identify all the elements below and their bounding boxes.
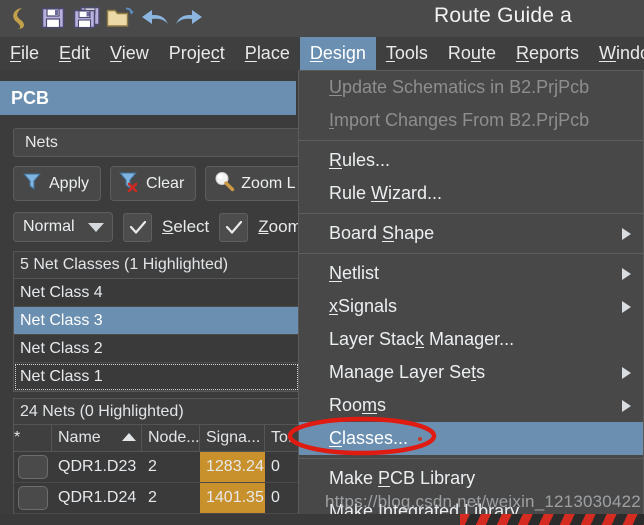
net-class-row[interactable]: Net Class 1 bbox=[14, 363, 299, 391]
net-class-row[interactable]: Net Class 3 bbox=[14, 307, 299, 335]
design-dropdown-menu: Update Schematics in B2.PrjPcb Import Ch… bbox=[298, 70, 644, 525]
filter-button-row: Apply Clear Zoom L bbox=[13, 166, 308, 201]
apply-button-label: Apply bbox=[49, 174, 90, 192]
menu-reports[interactable]: Reports bbox=[506, 37, 589, 70]
net-total-cell: 0 bbox=[271, 458, 280, 475]
menu-item-rule-wizard[interactable]: Rule Wizard... bbox=[299, 177, 643, 210]
bottom-status-stripe bbox=[0, 514, 644, 525]
save-all-icon[interactable] bbox=[71, 2, 103, 34]
menu-item-netlist[interactable]: Netlist bbox=[299, 257, 643, 290]
apply-button[interactable]: Apply bbox=[13, 166, 102, 201]
submenu-arrow-icon bbox=[622, 366, 631, 379]
net-name-cell: QDR1.D23 bbox=[58, 458, 137, 475]
menu-item-board-shape[interactable]: Board Shape bbox=[299, 217, 643, 250]
column-header-total[interactable]: Tot bbox=[265, 425, 299, 451]
submenu-arrow-icon bbox=[622, 399, 631, 412]
altium-logo-icon[interactable] bbox=[3, 2, 35, 34]
select-checkbox-label: Select bbox=[162, 217, 210, 236]
net-signal-cell: 1283.24 bbox=[200, 452, 265, 482]
menu-file[interactable]: File bbox=[0, 37, 49, 70]
zoom-checkbox[interactable] bbox=[219, 212, 249, 242]
watermark-text: https://blog.csdn.net/weixin_1213030422 bbox=[325, 492, 641, 511]
net-signal-cell: 1401.35 bbox=[200, 483, 265, 513]
nets-table-header: * Name Node... Signa... Tot bbox=[14, 425, 299, 452]
select-checkbox[interactable] bbox=[123, 212, 152, 242]
nets-table: 24 Nets (0 Highlighted) * Name Node... S… bbox=[13, 398, 300, 525]
title-bar: Route Guide a bbox=[0, 0, 644, 37]
filter-clear-icon bbox=[118, 170, 140, 197]
menu-separator bbox=[299, 458, 643, 459]
column-header-star[interactable]: * bbox=[14, 425, 52, 451]
net-total-cell: 0 bbox=[271, 489, 280, 506]
net-class-row[interactable]: Net Class 4 bbox=[14, 279, 299, 307]
object-type-combo[interactable]: Nets bbox=[13, 128, 313, 157]
filter-apply-icon bbox=[21, 170, 43, 197]
net-classes-title: 5 Net Classes (1 Highlighted) bbox=[14, 252, 299, 279]
net-color-swatch[interactable] bbox=[14, 483, 52, 513]
menu-separator bbox=[299, 140, 643, 141]
column-header-name[interactable]: Name bbox=[52, 425, 142, 451]
zoom-level-button[interactable]: Zoom L bbox=[205, 166, 308, 201]
chevron-down-icon bbox=[88, 222, 104, 232]
menu-item-make-pcb-library[interactable]: Make PCB Library bbox=[299, 462, 643, 495]
submenu-arrow-icon bbox=[622, 267, 631, 280]
menu-item-import-changes[interactable]: Import Changes From B2.PrjPcb bbox=[299, 104, 643, 137]
menu-separator bbox=[299, 253, 643, 254]
undo-icon[interactable] bbox=[139, 2, 171, 34]
menu-item-rooms[interactable]: Rooms bbox=[299, 389, 643, 422]
mode-dropdown-value: Normal bbox=[23, 218, 75, 235]
altium-pcb-window: Route Guide a File Edit View Project Pla… bbox=[0, 0, 644, 525]
net-name-cell: QDR1.D24 bbox=[58, 489, 137, 506]
menu-item-classes[interactable]: Classes... bbox=[299, 422, 643, 455]
menu-item-update-schematics[interactable]: Update Schematics in B2.PrjPcb bbox=[299, 71, 643, 104]
open-folder-icon[interactable] bbox=[105, 2, 137, 34]
save-icon[interactable] bbox=[37, 2, 69, 34]
zoom-checkbox-label: Zoom bbox=[258, 217, 302, 236]
menu-separator bbox=[299, 213, 643, 214]
menu-edit[interactable]: Edit bbox=[49, 37, 100, 70]
menu-project[interactable]: Project bbox=[159, 37, 235, 70]
menu-route[interactable]: Route bbox=[438, 37, 506, 70]
nets-table-title: 24 Nets (0 Highlighted) bbox=[14, 399, 299, 425]
checkmark-icon bbox=[225, 220, 242, 234]
net-nodes-cell: 2 bbox=[148, 489, 157, 506]
column-header-nodes[interactable]: Node... bbox=[142, 425, 200, 451]
menu-window[interactable]: Window bbox=[589, 37, 644, 70]
checkmark-icon bbox=[129, 220, 146, 234]
net-nodes-cell: 2 bbox=[148, 458, 157, 475]
clear-button[interactable]: Clear bbox=[110, 166, 197, 201]
menu-item-xsignals[interactable]: xSignals bbox=[299, 290, 643, 323]
pcb-panel: PCB Nets Apply Clear Zoom L Normal Selec… bbox=[0, 70, 313, 525]
menu-design[interactable]: Design bbox=[299, 37, 376, 70]
cursor-dot-icon bbox=[418, 437, 423, 442]
quick-access-toolbar bbox=[3, 2, 205, 34]
hatched-stripe-pattern bbox=[460, 514, 644, 525]
menu-item-rules[interactable]: Rules... bbox=[299, 144, 643, 177]
options-row: Normal Select Zoom bbox=[13, 212, 302, 242]
menu-bar: File Edit View Project Place Design Tool… bbox=[0, 37, 644, 70]
pcb-panel-title: PCB bbox=[0, 81, 296, 115]
table-row[interactable]: QDR1.D24 2 1401.35 0 bbox=[14, 483, 299, 514]
redo-icon[interactable] bbox=[173, 2, 205, 34]
table-row[interactable]: QDR1.D23 2 1283.24 0 bbox=[14, 452, 299, 483]
submenu-arrow-icon bbox=[622, 227, 631, 240]
sort-ascending-icon bbox=[121, 425, 137, 451]
menu-item-manage-layer-sets[interactable]: Manage Layer Sets bbox=[299, 356, 643, 389]
clear-button-label: Clear bbox=[146, 174, 185, 192]
menu-tools[interactable]: Tools bbox=[376, 37, 438, 70]
net-class-row[interactable]: Net Class 2 bbox=[14, 335, 299, 363]
magnifier-icon bbox=[213, 170, 235, 197]
net-classes-list: 5 Net Classes (1 Highlighted) Net Class … bbox=[13, 251, 300, 392]
mode-dropdown[interactable]: Normal bbox=[13, 212, 113, 242]
zoom-level-button-label: Zoom L bbox=[241, 174, 296, 192]
menu-view[interactable]: View bbox=[100, 37, 159, 70]
window-title: Route Guide a bbox=[434, 4, 573, 27]
menu-item-layer-stack-manager[interactable]: Layer Stack Manager... bbox=[299, 323, 643, 356]
net-color-swatch[interactable] bbox=[14, 452, 52, 482]
menu-place[interactable]: Place bbox=[235, 37, 300, 70]
column-header-name-label: Name bbox=[58, 429, 101, 447]
column-header-signal[interactable]: Signa... bbox=[200, 425, 265, 451]
stripe-left-fill bbox=[0, 514, 460, 525]
submenu-arrow-icon bbox=[622, 300, 631, 313]
